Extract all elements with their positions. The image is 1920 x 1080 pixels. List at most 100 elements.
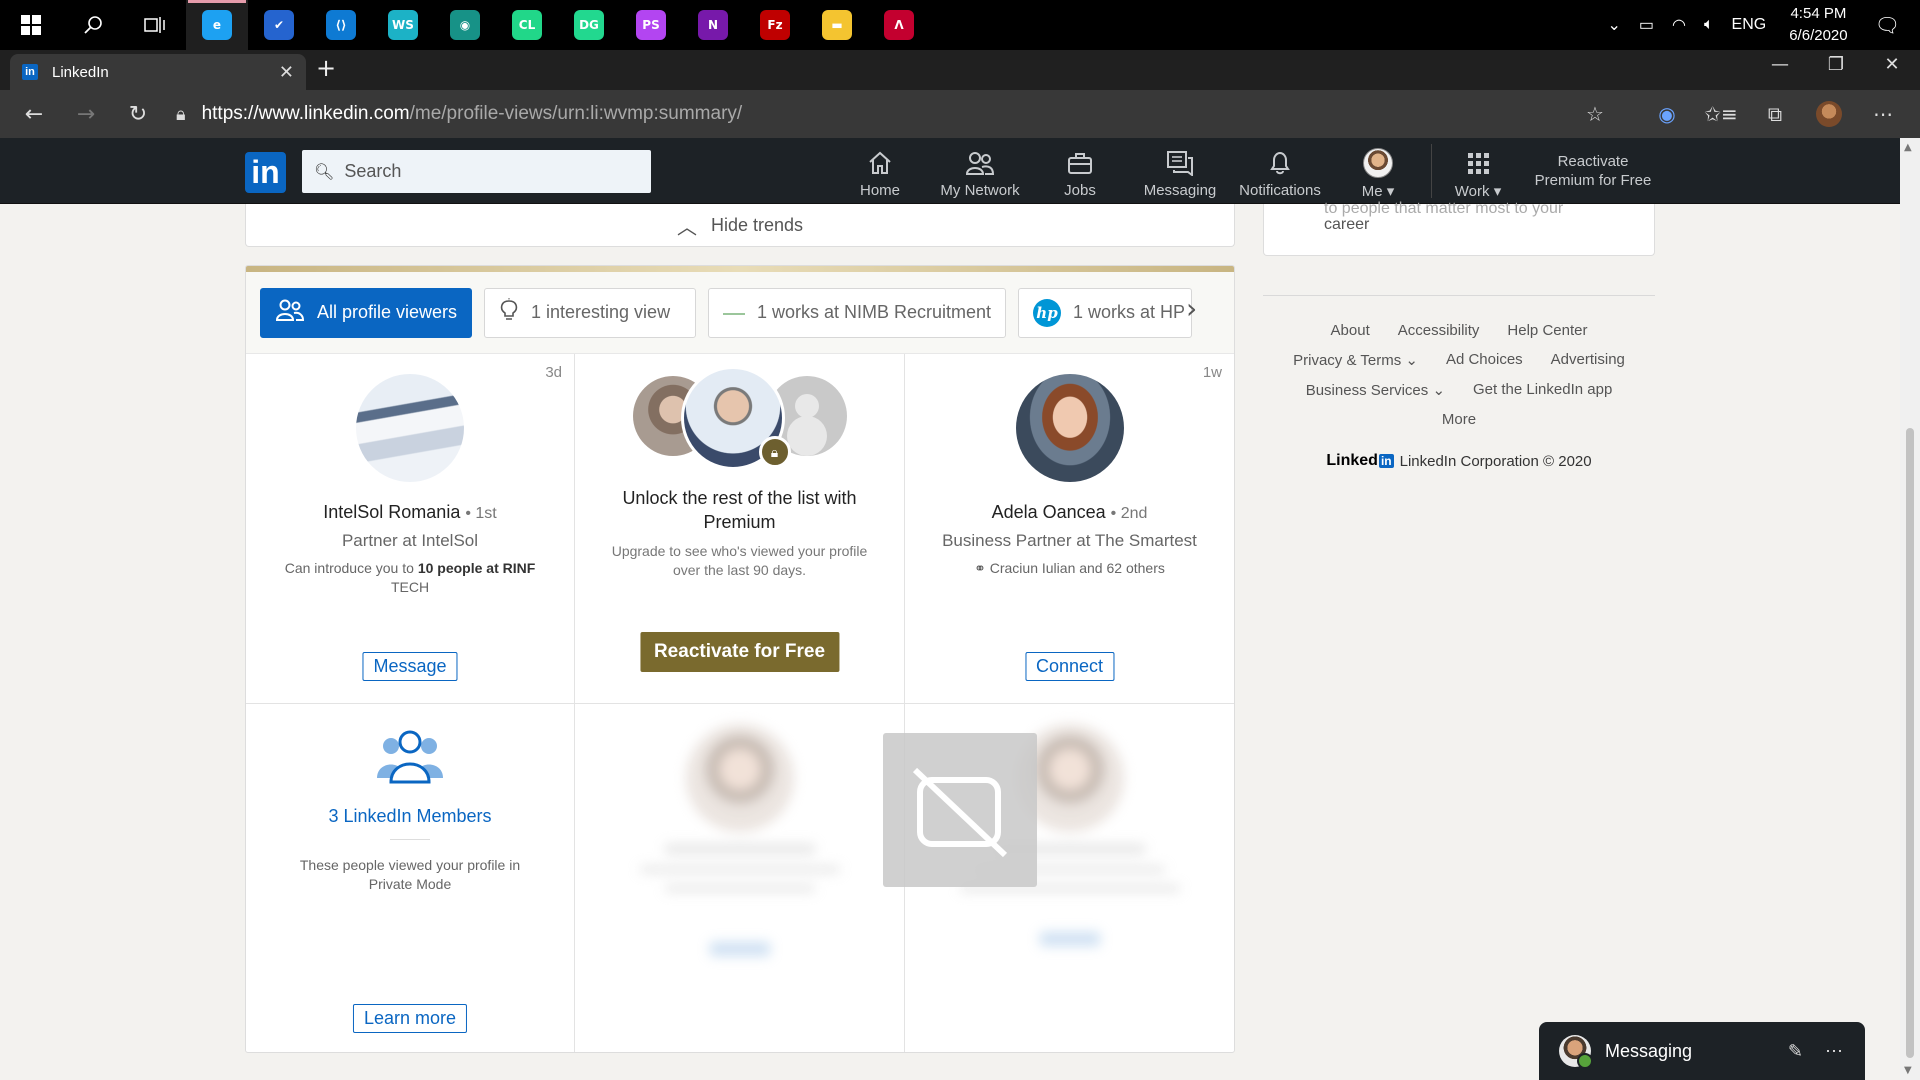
footer-link-ad-choices[interactable]: Ad Choices (1446, 351, 1523, 369)
footer-link-about[interactable]: About (1331, 322, 1370, 339)
taskbar-app-onenote[interactable]: N (682, 0, 744, 50)
taskbar-app-filezilla[interactable]: Fz (744, 0, 806, 50)
private-members-count[interactable]: 3 LinkedIn Members (246, 806, 574, 840)
taskbar-app-phpstorm[interactable]: PS (620, 0, 682, 50)
footer-link-business-services[interactable]: Business Services ⌄ (1306, 381, 1445, 399)
extension-icon[interactable]: ◉ (1640, 102, 1694, 126)
footer-link-more[interactable]: More (1442, 411, 1476, 428)
reactivate-premium-link[interactable]: Reactivate Premium for Free (1528, 152, 1658, 190)
filter-interesting-view[interactable]: 1 interesting view (484, 287, 696, 338)
close-tab-icon[interactable]: ✕ (279, 62, 294, 83)
close-window-icon[interactable]: ✕ (1864, 50, 1920, 80)
profile-avatar-icon[interactable] (1802, 101, 1856, 128)
taskbar-app-clion[interactable]: CL (496, 0, 558, 50)
filter-all-profile-viewers[interactable]: All profile viewers (260, 287, 472, 338)
forward-icon[interactable]: → (60, 102, 112, 127)
wifi-icon[interactable]: ◠ (1672, 15, 1686, 35)
viewer-avatar[interactable] (356, 374, 464, 482)
connect-button[interactable]: Connect (1024, 652, 1115, 681)
taskbar-app-datagrip[interactable]: DG (558, 0, 620, 50)
viewer-card-intelsol[interactable]: 3d IntelSol Romania • 1st Partner at Int… (246, 354, 575, 704)
taskbar-app-vscode[interactable]: ⟨⟩ (310, 0, 372, 50)
taskbar-app-edge[interactable]: e (186, 0, 248, 50)
scroll-up-icon[interactable]: ▲ (1904, 142, 1912, 153)
viewer-name[interactable]: Adela Oancea • 2nd (905, 502, 1234, 523)
refresh-icon[interactable]: ↻ (112, 102, 164, 127)
new-tab-button[interactable]: + (316, 54, 336, 82)
volume-icon[interactable]: 🔈︎ (1704, 16, 1714, 34)
taskbar-app-todo[interactable]: ✔ (248, 0, 310, 50)
nav-home-label: Home (860, 182, 901, 199)
onenote-icon: N (698, 10, 728, 40)
nav-notifications[interactable]: Notifications (1236, 148, 1324, 199)
window-controls: — ❐ ✕ (1752, 50, 1920, 80)
company-logo-icon (723, 312, 745, 315)
filter-works-at-nimb[interactable]: 1 works at NIMB Recruitment (708, 287, 1006, 338)
messaging-overlay-bar[interactable]: Messaging ✎ ⋯ (1539, 1022, 1865, 1080)
reactivate-for-free-button[interactable]: Reactivate for Free (639, 632, 840, 672)
battery-icon[interactable]: ▭ (1639, 15, 1654, 35)
rail-card-text: career (1324, 216, 1370, 233)
viewer-name[interactable]: IntelSol Romania • 1st (246, 502, 574, 523)
language-indicator[interactable]: ENG (1732, 16, 1767, 34)
footer-link-privacy-terms[interactable]: Privacy & Terms ⌄ (1293, 351, 1418, 369)
nav-my-network[interactable]: My Network (938, 148, 1022, 199)
footer-link-get-app[interactable]: Get the LinkedIn app (1473, 381, 1612, 399)
action-center-icon[interactable]: 🗨︎ (1875, 13, 1900, 38)
linkedin-wordmark: Linked in (1326, 452, 1394, 469)
taskbar-app-file-explorer[interactable]: ▬ (806, 0, 868, 50)
nav-me[interactable]: Me ▾ (1356, 148, 1400, 200)
windows-taskbar: e ✔ ⟨⟩ WS ◉ CL DG PS N Fz ▬ Λ ⌄ ▭ ◠ 🔈︎ ENG 4:54 PM … (0, 0, 1920, 50)
nav-messaging[interactable]: Messaging (1142, 148, 1218, 199)
favorite-star-icon[interactable]: ☆ (1568, 102, 1622, 126)
footer-link-accessibility[interactable]: Accessibility (1398, 322, 1480, 339)
taskbar-app-gitkraken[interactable]: ◉ (434, 0, 496, 50)
compose-icon[interactable]: ✎ (1788, 1041, 1803, 1062)
messaging-icon (1166, 148, 1194, 178)
filter-works-at-hp[interactable]: hp 1 works at HP (1018, 287, 1192, 338)
windows-start-button[interactable] (0, 0, 62, 50)
nav-work[interactable]: Work ▾ (1448, 148, 1508, 200)
filter-chip-label: 1 interesting view (531, 302, 671, 322)
more-options-icon[interactable]: ⋯ (1856, 102, 1910, 126)
nav-home[interactable]: Home (860, 148, 901, 199)
scroll-thumb[interactable] (1906, 428, 1914, 1058)
favorites-icon[interactable]: ✩≡ (1694, 102, 1748, 126)
hide-trends-button[interactable]: ︿ Hide trends (245, 204, 1235, 247)
chevron-down-icon: ⌄ (1405, 352, 1418, 369)
unlock-title: Unlock the rest of the list with Premium (622, 488, 857, 532)
address-bar[interactable]: 🔒︎ https://www.linkedin.com/me/profile-v… (176, 103, 1568, 125)
browser-tab-linkedin[interactable]: in LinkedIn ✕ (10, 54, 306, 90)
vscode-icon: ⟨⟩ (326, 10, 356, 40)
page-scrollbar[interactable]: ▲ ▼ (1900, 138, 1920, 1080)
learn-more-button[interactable]: Learn more (352, 1004, 468, 1033)
clock[interactable]: 4:54 PM 6/6/2020 (1789, 3, 1847, 47)
back-icon[interactable]: ← (8, 102, 60, 127)
footer-link-help-center[interactable]: Help Center (1507, 322, 1587, 339)
webstorm-icon: WS (388, 10, 418, 40)
minimize-icon[interactable]: — (1752, 50, 1808, 80)
scroll-down-icon[interactable]: ▼ (1904, 1065, 1912, 1076)
viewer-avatar[interactable] (1015, 374, 1124, 482)
taskbar-search-button[interactable] (62, 0, 124, 50)
datagrip-icon: DG (574, 10, 604, 40)
taskbar-app-angular-ide[interactable]: Λ (868, 0, 930, 50)
collections-icon[interactable]: ⧉ (1748, 102, 1802, 126)
system-tray: ⌄ ▭ ◠ 🔈︎ ENG 4:54 PM 6/6/2020 🗨︎ (1598, 0, 1920, 50)
chevron-up-icon: ︿ (676, 216, 697, 239)
task-view-button[interactable] (124, 0, 186, 50)
filter-chip-label: All profile viewers (317, 302, 458, 322)
footer-link-advertising[interactable]: Advertising (1551, 351, 1625, 369)
chevron-right-icon[interactable]: › (1186, 292, 1197, 325)
lock-icon[interactable]: 🔒︎ (176, 104, 186, 125)
search-input[interactable]: 🔍︎ Search (302, 150, 651, 193)
linkedin-logo[interactable]: in (245, 152, 286, 193)
nav-jobs[interactable]: Jobs (1064, 148, 1096, 199)
more-options-icon[interactable]: ⋯ (1825, 1041, 1843, 1062)
chevron-up-icon[interactable]: ⌄ (1607, 15, 1620, 35)
message-button[interactable]: Message (362, 652, 458, 681)
viewer-card-adela[interactable]: 1w Adela Oancea • 2nd Business Partner a… (905, 354, 1234, 704)
bell-icon (1268, 148, 1292, 178)
taskbar-app-webstorm[interactable]: WS (372, 0, 434, 50)
restore-icon[interactable]: ❐ (1808, 50, 1864, 80)
